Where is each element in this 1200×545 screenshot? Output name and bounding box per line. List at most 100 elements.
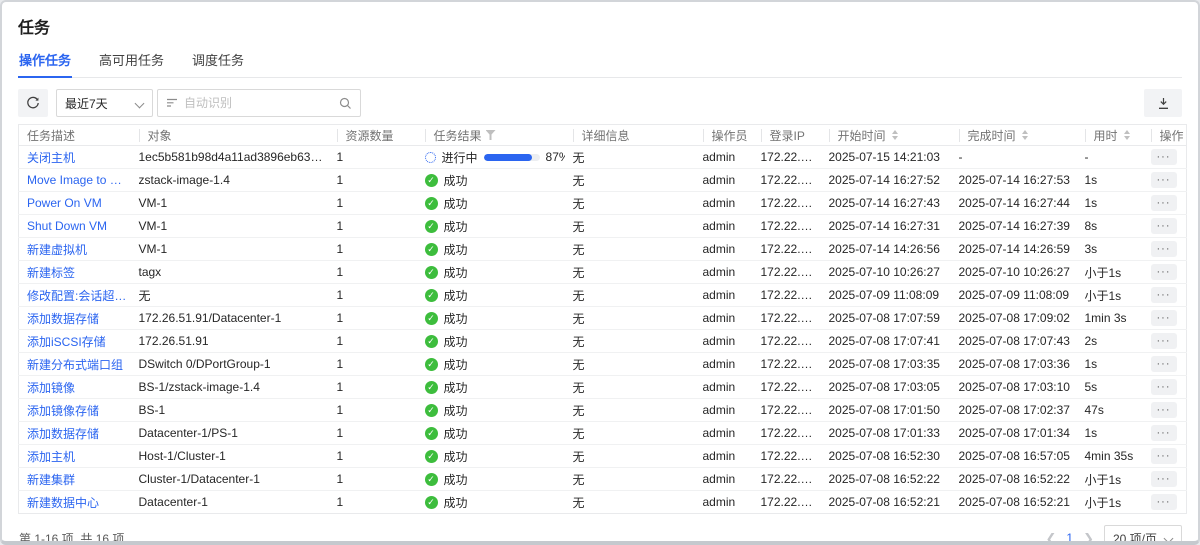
task-link[interactable]: 添加数据存储 bbox=[27, 425, 99, 442]
object-cell: Cluster-1/Datacenter-1 bbox=[131, 468, 329, 491]
duration-cell: 小于1s bbox=[1077, 468, 1143, 491]
more-actions-button[interactable]: ··· bbox=[1151, 448, 1177, 464]
operator-cell: admin bbox=[695, 468, 753, 491]
end-time-cell: 2025-07-08 17:02:37 bbox=[951, 399, 1077, 422]
more-actions-button[interactable]: ··· bbox=[1151, 149, 1177, 165]
more-actions-button[interactable]: ··· bbox=[1151, 425, 1177, 441]
detail-cell: 无 bbox=[565, 399, 695, 422]
operator-cell: admin bbox=[695, 353, 753, 376]
actions-cell: ··· bbox=[1143, 284, 1187, 307]
task-result-cell: ✓ 成功 bbox=[417, 491, 565, 514]
task-result-cell: ✓成功 bbox=[417, 215, 565, 238]
table-row: Move Image to Rec...zstack-image-1.41✓成功… bbox=[19, 169, 1187, 192]
success-check-icon: ✓ bbox=[425, 243, 438, 256]
resource-count-cell: 1 bbox=[329, 491, 417, 514]
end-time-cell: 2025-07-14 16:27:44 bbox=[951, 192, 1077, 215]
duration-cell: 小于1s bbox=[1077, 261, 1143, 284]
duration-cell: 1s bbox=[1077, 192, 1143, 215]
chevron-right-icon[interactable]: ❯ bbox=[1083, 532, 1094, 545]
column-label: 详细信息 bbox=[582, 127, 630, 144]
task-link[interactable]: 修改配置:会话超时... bbox=[27, 287, 127, 304]
task-link[interactable]: 新建虚拟机 bbox=[27, 241, 87, 258]
actions-cell: ··· bbox=[1143, 261, 1187, 284]
column-header: 任务描述 bbox=[19, 125, 131, 146]
more-actions-button[interactable]: ··· bbox=[1151, 310, 1177, 326]
sort-icon[interactable] bbox=[892, 130, 898, 140]
object-cell: 172.26.51.91/Datacenter-1 bbox=[131, 307, 329, 330]
status-label: 成功 bbox=[444, 494, 468, 511]
table-row: 修改配置:会话超时...无1✓成功无admin172.22.2...2025-0… bbox=[19, 284, 1187, 307]
status-label: 成功 bbox=[444, 356, 468, 373]
more-actions-button[interactable]: ··· bbox=[1151, 287, 1177, 303]
end-time-cell: 2025-07-08 17:09:02 bbox=[951, 307, 1077, 330]
duration-cell: - bbox=[1077, 146, 1143, 169]
task-link[interactable]: 新建标签 bbox=[27, 264, 75, 281]
search-icon[interactable] bbox=[339, 97, 352, 110]
tab-3[interactable]: 调度任务 bbox=[191, 48, 245, 77]
task-link[interactable]: 添加镜像存储 bbox=[27, 402, 99, 419]
task-link[interactable]: 新建数据中心 bbox=[27, 494, 99, 511]
task-link[interactable]: 添加镜像 bbox=[27, 379, 75, 396]
task-link[interactable]: 新建集群 bbox=[27, 471, 75, 488]
resource-count-cell: 1 bbox=[329, 284, 417, 307]
task-link[interactable]: Move Image to Rec... bbox=[27, 173, 127, 187]
column-label: 操作员 bbox=[712, 127, 748, 144]
page-size-select[interactable]: 20 项/页 bbox=[1104, 525, 1182, 545]
more-actions-button[interactable]: ··· bbox=[1151, 494, 1177, 510]
search-input[interactable] bbox=[184, 96, 333, 110]
page-number[interactable]: 1 bbox=[1066, 531, 1073, 545]
task-link[interactable]: 新建分布式端口组 bbox=[27, 356, 123, 373]
task-result-cell: ✓成功 bbox=[417, 238, 565, 261]
task-link[interactable]: Shut Down VM bbox=[27, 219, 107, 233]
operator-cell: admin bbox=[695, 261, 753, 284]
start-time-cell: 2025-07-15 14:21:03 bbox=[821, 146, 951, 169]
end-time-cell: 2025-07-09 11:08:09 bbox=[951, 284, 1077, 307]
more-actions-button[interactable]: ··· bbox=[1151, 264, 1177, 280]
column-header[interactable]: 开始时间 bbox=[821, 125, 951, 146]
more-actions-button[interactable]: ··· bbox=[1151, 333, 1177, 349]
success-check-icon: ✓ bbox=[425, 496, 438, 509]
more-actions-button[interactable]: ··· bbox=[1151, 402, 1177, 418]
task-result-cell: 进行中87% bbox=[417, 146, 565, 169]
start-time-cell: 2025-07-14 16:27:43 bbox=[821, 192, 951, 215]
operator-cell: admin bbox=[695, 376, 753, 399]
more-actions-button[interactable]: ··· bbox=[1151, 356, 1177, 372]
task-link[interactable]: 添加数据存储 bbox=[27, 310, 99, 327]
start-time-cell: 2025-07-08 16:52:21 bbox=[821, 491, 951, 514]
column-header[interactable]: 完成时间 bbox=[951, 125, 1077, 146]
refresh-button[interactable] bbox=[18, 89, 48, 117]
more-actions-button[interactable]: ··· bbox=[1151, 379, 1177, 395]
more-actions-button[interactable]: ··· bbox=[1151, 218, 1177, 234]
date-range-select[interactable]: 最近7天 bbox=[56, 89, 153, 117]
sort-icon[interactable] bbox=[1124, 130, 1130, 140]
tab-1[interactable]: 操作任务 bbox=[18, 48, 72, 77]
operator-cell: admin bbox=[695, 445, 753, 468]
task-link[interactable]: 添加iSCSI存储 bbox=[27, 333, 106, 350]
operator-cell: admin bbox=[695, 491, 753, 514]
more-actions-button[interactable]: ··· bbox=[1151, 195, 1177, 211]
chevron-left-icon[interactable]: ❮ bbox=[1045, 532, 1056, 545]
sort-icon[interactable] bbox=[1022, 130, 1028, 140]
task-link[interactable]: 关闭主机 bbox=[27, 149, 75, 166]
more-actions-button[interactable]: ··· bbox=[1151, 241, 1177, 257]
object-cell: VM-1 bbox=[131, 192, 329, 215]
operator-cell: admin bbox=[695, 330, 753, 353]
export-button[interactable] bbox=[1144, 89, 1182, 117]
actions-cell: ··· bbox=[1143, 238, 1187, 261]
status-label: 成功 bbox=[444, 333, 468, 350]
column-header[interactable]: 用时 bbox=[1077, 125, 1143, 146]
column-header[interactable]: 任务结果 bbox=[417, 125, 565, 146]
status-label: 成功 bbox=[444, 172, 468, 189]
table-row: Power On VMVM-11✓成功无admin172.22.2...2025… bbox=[19, 192, 1187, 215]
task-result-cell: ✓成功 bbox=[417, 422, 565, 445]
more-actions-button[interactable]: ··· bbox=[1151, 471, 1177, 487]
duration-cell: 5s bbox=[1077, 376, 1143, 399]
more-actions-button[interactable]: ··· bbox=[1151, 172, 1177, 188]
end-time-cell: 2025-07-14 16:27:53 bbox=[951, 169, 1077, 192]
tab-2[interactable]: 高可用任务 bbox=[98, 48, 165, 77]
task-result-cell: ✓成功 bbox=[417, 307, 565, 330]
task-link[interactable]: 添加主机 bbox=[27, 448, 75, 465]
actions-cell: ··· bbox=[1143, 399, 1187, 422]
task-link[interactable]: Power On VM bbox=[27, 196, 102, 210]
filter-icon[interactable] bbox=[486, 130, 496, 140]
